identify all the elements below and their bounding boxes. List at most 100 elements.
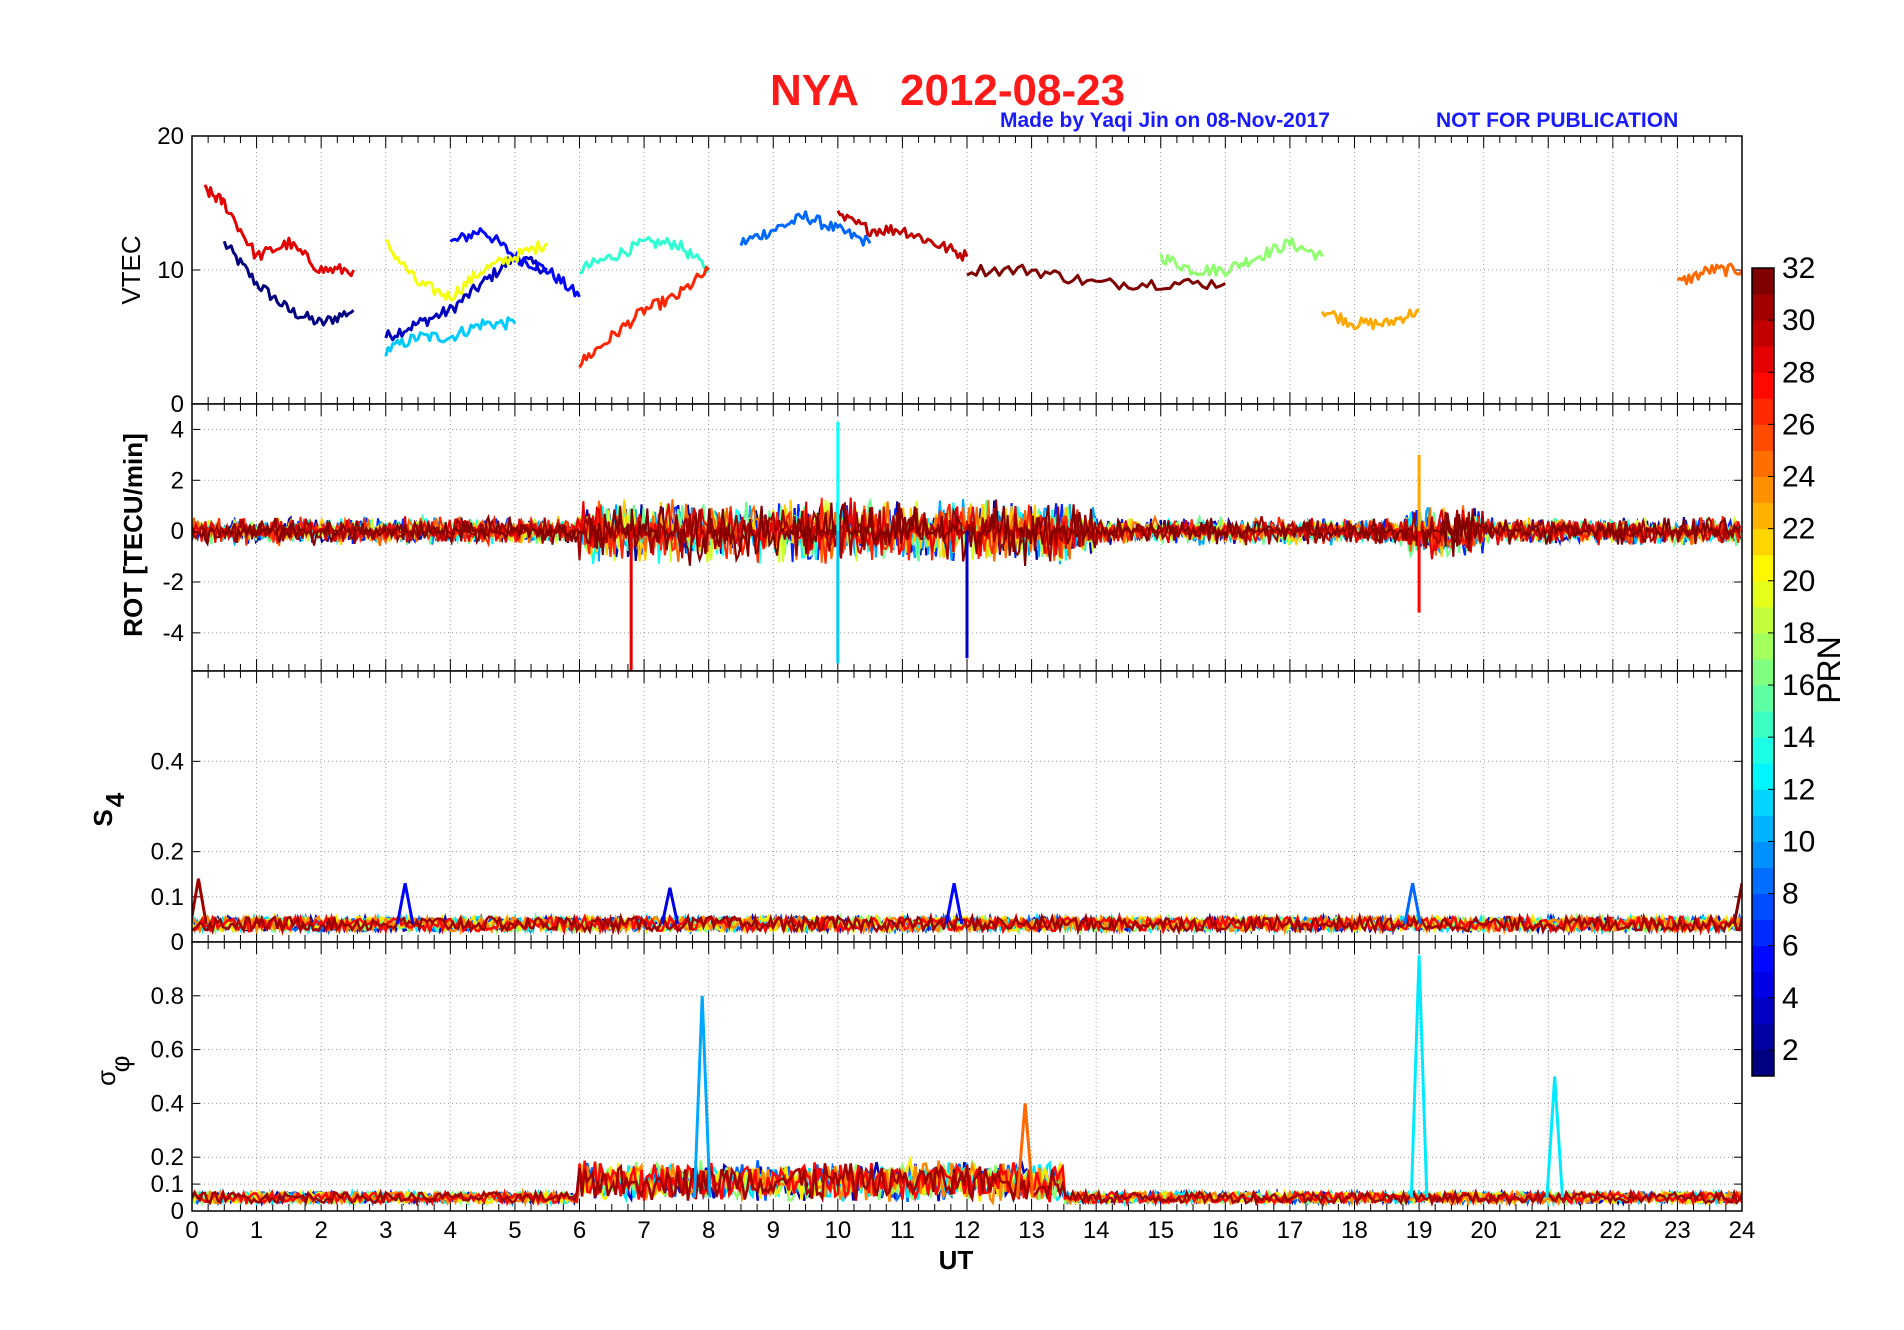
colorbar-swatch: [1752, 268, 1774, 295]
x-tick-label: 15: [1147, 1217, 1174, 1244]
panel-s4: 0 0.1 0.2 0.4: [151, 670, 1743, 956]
colorbar-swatch: [1752, 554, 1774, 582]
colorbar-swatch: [1752, 815, 1774, 842]
svg-text:S: S: [88, 809, 118, 826]
colorbar-swatch: [1752, 606, 1774, 634]
colorbar-swatch: [1752, 893, 1774, 921]
vtec-axis-label: VTEC: [116, 235, 146, 304]
x-tick-label: 14: [1083, 1217, 1110, 1244]
colorbar-tick-label: 2: [1782, 1034, 1799, 1067]
y-tick-label: 0.4: [151, 1090, 184, 1117]
colorbar-tick-label: 8: [1782, 878, 1799, 911]
x-axis: 0 1 2 3 4 5 6 7 8 9 10 11 12 13 14 15 16 17 18 19 20 21 22 23 24: [185, 1217, 1755, 1244]
panel-rot: -4 -2 0 2 4: [163, 403, 1743, 672]
colorbar-tick-label: 4: [1782, 982, 1799, 1015]
y-tick-label: 10: [157, 257, 184, 284]
colorbar-label: PRN: [1811, 636, 1847, 704]
colorbar-swatch: [1752, 685, 1774, 712]
colorbar-tick-label: 10: [1782, 825, 1815, 858]
colorbar-tick-label: 6: [1782, 930, 1799, 963]
x-axis-label: UT: [939, 1245, 974, 1275]
chart-credit: Made by Yaqi Jin on 08-Nov-2017: [1000, 109, 1330, 132]
colorbar-tick-label: 24: [1782, 461, 1815, 494]
chart-title: NYA: [770, 66, 859, 115]
colorbar-tick-label: 14: [1782, 721, 1815, 754]
x-tick-label: 17: [1277, 1217, 1304, 1244]
colorbar-swatch: [1752, 789, 1774, 816]
colorbar-swatch: [1752, 632, 1774, 660]
colorbar: 2468101214161820222426283032: [1751, 252, 1815, 1077]
figure: NYA 2012-08-23 Made by Yaqi Jin on 08-No…: [88, 66, 1847, 1275]
colorbar-swatch: [1752, 867, 1774, 895]
s4-axis-label: S 4: [88, 792, 130, 826]
colorbar-swatch: [1752, 1023, 1774, 1051]
y-tick-label: 0.4: [151, 748, 184, 775]
y-tick-label: 0.6: [151, 1037, 184, 1064]
x-tick-label: 9: [767, 1217, 780, 1244]
x-tick-label: 12: [954, 1217, 981, 1244]
y-tick-label: -4: [163, 620, 184, 647]
svg-text:φ: φ: [105, 1056, 135, 1073]
y-tick-label: 0.8: [151, 983, 184, 1010]
chart-date: 2012-08-23: [900, 66, 1125, 115]
y-tick-label: 0: [171, 391, 184, 418]
colorbar-swatch: [1752, 841, 1774, 868]
x-tick-label: 18: [1341, 1217, 1368, 1244]
y-tick-label: 20: [157, 123, 184, 150]
colorbar-tick-label: 12: [1782, 773, 1815, 806]
x-tick-label: 2: [314, 1217, 327, 1244]
x-tick-label: 22: [1599, 1217, 1626, 1244]
y-tick-label: 0: [171, 1198, 184, 1225]
colorbar-swatch: [1752, 372, 1774, 399]
x-tick-label: 21: [1535, 1217, 1562, 1244]
x-tick-label: 19: [1406, 1217, 1433, 1244]
panel-vtec: 0 10 20: [157, 123, 1743, 418]
colorbar-swatch: [1752, 997, 1774, 1025]
colorbar-tick-label: 20: [1782, 565, 1815, 598]
colorbar-swatch: [1752, 658, 1774, 686]
colorbar-swatch: [1752, 320, 1774, 347]
y-tick-label: 0.2: [151, 839, 184, 866]
y-tick-label: 0.2: [151, 1144, 184, 1171]
x-tick-label: 0: [185, 1217, 198, 1244]
colorbar-tick-label: 26: [1782, 408, 1815, 441]
panels-group: 01020-4-202400.10.20.400.10.20.40.60.8: [151, 123, 1743, 1225]
colorbar-swatch: [1752, 294, 1774, 321]
x-tick-label: 7: [637, 1217, 650, 1244]
colorbar-tick-label: 32: [1782, 252, 1815, 285]
x-tick-label: 16: [1212, 1217, 1239, 1244]
colorbar-swatch: [1752, 945, 1774, 973]
y-tick-label: 0.1: [151, 1171, 184, 1198]
y-tick-label: -2: [163, 569, 184, 596]
x-tick-label: 13: [1018, 1217, 1045, 1244]
colorbar-swatch: [1752, 398, 1774, 425]
x-tick-label: 3: [379, 1217, 392, 1244]
chart-notice: NOT FOR PUBLICATION: [1436, 109, 1678, 132]
colorbar-swatch: [1752, 450, 1774, 478]
panel-sigma_phi: 00.10.2 0.4 0.6 0.8: [151, 941, 1743, 1225]
x-tick-label: 10: [824, 1217, 851, 1244]
y-tick-label: 0.1: [151, 884, 184, 911]
rot-axis-label: ROT [TECU/min]: [118, 433, 148, 637]
colorbar-swatch: [1752, 919, 1774, 947]
x-tick-label: 6: [573, 1217, 586, 1244]
x-tick-label: 23: [1664, 1217, 1691, 1244]
colorbar-swatch: [1752, 476, 1774, 504]
colorbar-swatch: [1752, 528, 1774, 556]
x-tick-label: 11: [890, 1217, 915, 1244]
colorbar-swatch: [1752, 971, 1774, 999]
colorbar-swatch: [1752, 502, 1774, 530]
x-tick-label: 24: [1729, 1217, 1756, 1244]
colorbar-swatch: [1752, 711, 1774, 738]
y-tick-label: 4: [171, 416, 184, 443]
colorbar-swatch: [1752, 763, 1774, 790]
colorbar-swatch: [1752, 346, 1774, 373]
y-tick-label: 0: [171, 929, 184, 956]
sigma-phi-axis-label: σ φ: [91, 1056, 135, 1086]
x-tick-label: 1: [250, 1217, 263, 1244]
x-tick-label: 4: [444, 1217, 457, 1244]
x-tick-label: 8: [702, 1217, 715, 1244]
colorbar-swatch: [1752, 424, 1774, 451]
colorbar-tick-label: 22: [1782, 513, 1815, 546]
colorbar-tick-label: 30: [1782, 304, 1815, 337]
